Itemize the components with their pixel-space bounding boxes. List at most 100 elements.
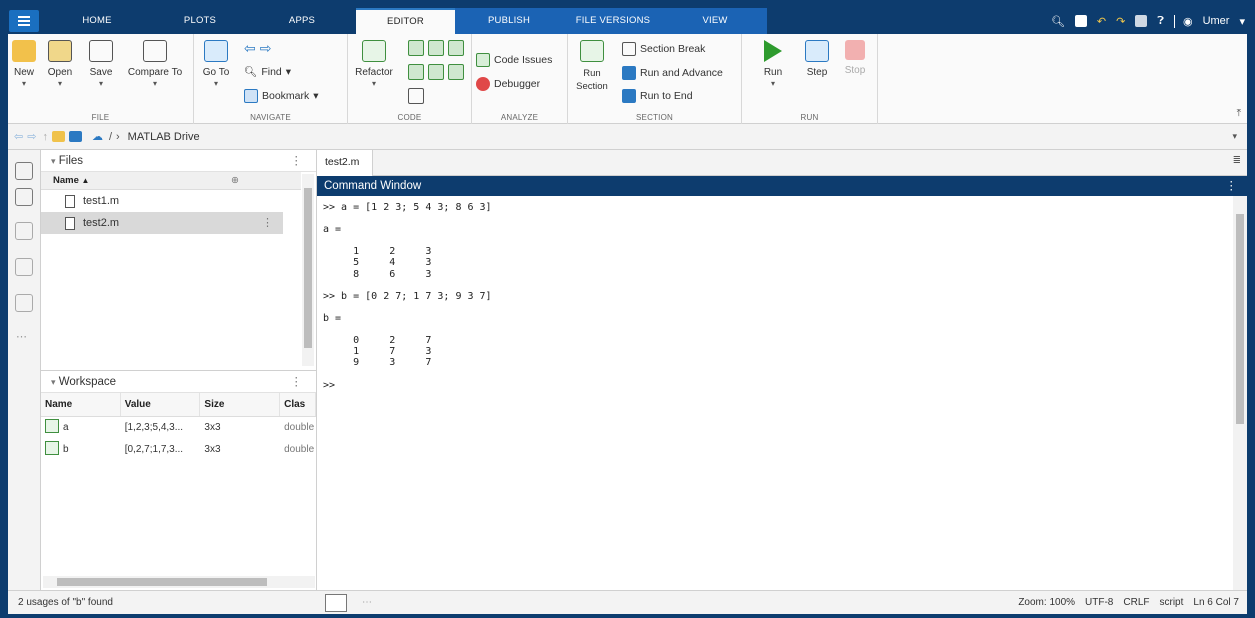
files-panel-icon[interactable] — [15, 162, 33, 180]
workspace-menu-icon[interactable]: ⋮ — [291, 371, 303, 393]
bookmark-button[interactable]: Bookmark ▾ — [244, 86, 319, 106]
col-class[interactable]: Clas — [280, 393, 316, 416]
col-name[interactable]: Name — [41, 393, 121, 416]
open-button[interactable]: Open ▾ — [44, 40, 76, 90]
line-ending[interactable]: CRLF — [1123, 591, 1149, 615]
refactor-button[interactable]: Refactor ▾ — [352, 40, 396, 90]
files-menu-icon[interactable]: ⋮ — [291, 150, 303, 172]
collapse-icon[interactable]: ▾ — [51, 156, 56, 166]
increase-indent-icon[interactable] — [428, 64, 444, 80]
current-folder[interactable]: MATLAB Drive — [128, 131, 200, 143]
redo-icon[interactable]: ↷ — [1116, 15, 1125, 28]
arrow-left-icon[interactable]: ⇦ — [244, 38, 256, 58]
workspace-columns: Name Value Size Clas — [41, 393, 316, 417]
back-icon[interactable]: ⇦ — [14, 130, 23, 143]
tab-options-icon[interactable]: ≣ — [1233, 155, 1241, 166]
workspace-title: Workspace — [58, 376, 117, 388]
collapse-toolstrip-icon[interactable]: ⤒ — [1237, 108, 1241, 119]
column-options-icon[interactable]: ⊕ — [231, 172, 239, 190]
compare-button[interactable]: Compare To ▾ — [120, 40, 190, 90]
file-item-selected[interactable]: test2.m ⋮ — [41, 212, 283, 234]
tab-file-versions[interactable]: FILE VERSIONS — [563, 8, 663, 34]
new-button[interactable]: New ▾ — [11, 40, 37, 90]
collapse-icon[interactable]: ▾ — [51, 377, 56, 387]
save-button[interactable]: Save ▾ — [86, 40, 116, 90]
arrow-right-icon[interactable]: ⇨ — [260, 38, 272, 58]
save-icon[interactable] — [1074, 15, 1087, 27]
run-section-button[interactable]: Run Section — [572, 40, 612, 93]
goto-button[interactable]: Go To ▾ — [200, 40, 232, 90]
tab-editor[interactable]: EDITOR — [356, 8, 455, 34]
run-button[interactable]: Run ▾ — [758, 40, 788, 90]
more-icon[interactable]: ⋯ — [16, 330, 27, 343]
status-bar: 2 usages of "b" found ⋯ Zoom: 100% UTF-8… — [8, 590, 1247, 614]
user-name[interactable]: Umer — [1203, 15, 1230, 27]
col-size[interactable]: Size — [200, 393, 281, 416]
workspace-header[interactable]: ▾ Workspace ⋮ — [41, 371, 316, 393]
wrap-icon[interactable] — [448, 40, 464, 56]
chevron-down-icon[interactable]: ▾ — [1239, 15, 1245, 28]
stop-icon — [845, 40, 865, 60]
workspace-scrollbar[interactable] — [43, 576, 315, 588]
zoom-level[interactable]: Zoom: 100% — [1018, 591, 1075, 615]
section-section: Run Section Section Break Run and Advanc… — [568, 34, 742, 124]
command-output[interactable]: >> a = [1 2 3; 5 4 3; 8 6 3] a = 1 2 3 5… — [323, 202, 492, 391]
undo-icon[interactable]: ↶ — [1097, 15, 1106, 28]
section-break-button[interactable]: Section Break — [622, 39, 705, 59]
workspace-panel-icon[interactable] — [15, 188, 33, 206]
editor-tab[interactable]: test2.m — [317, 150, 373, 176]
source-control-icon[interactable] — [15, 222, 33, 240]
user-icon[interactable]: ◉ — [1173, 14, 1193, 28]
file-menu-icon[interactable]: ⋮ — [262, 212, 273, 234]
layout-icon[interactable] — [1135, 15, 1148, 27]
workspace-row[interactable]: b [0,2,7;1,7,3... 3x3 double — [41, 439, 316, 461]
uncomment-icon[interactable] — [428, 40, 444, 56]
code-issues-button[interactable]: Code Issues — [476, 50, 552, 70]
command-window[interactable]: >> a = [1 2 3; 5 4 3; 8 6 3] a = 1 2 3 5… — [317, 196, 1247, 590]
files-header[interactable]: ▾ Files ⋮ — [41, 150, 316, 172]
files-name-column[interactable]: Name ▲ ⊕ — [41, 172, 301, 190]
col-value[interactable]: Value — [121, 393, 201, 416]
panel-toggle-icon[interactable] — [325, 594, 347, 612]
menu-icon[interactable] — [9, 10, 39, 32]
decrease-indent-icon[interactable] — [448, 64, 464, 80]
matrix-icon — [45, 441, 59, 456]
bookmark-icon — [244, 89, 258, 103]
forward-icon[interactable]: ⇨ — [27, 130, 36, 143]
encoding[interactable]: UTF-8 — [1085, 591, 1113, 615]
workspace-row[interactable]: a [1,2,3;5,4,3... 3x3 double — [41, 417, 316, 439]
file-item[interactable]: test1.m — [41, 190, 283, 212]
address-dropdown-icon[interactable]: ▾ — [1232, 131, 1237, 142]
play-icon — [764, 40, 782, 62]
folder-icon[interactable] — [51, 131, 65, 142]
indent-icon[interactable] — [408, 64, 424, 80]
tab-apps[interactable]: APPS — [262, 8, 342, 34]
run-advance-button[interactable]: Run and Advance — [622, 63, 723, 83]
step-button[interactable]: Step — [802, 40, 832, 78]
format-icon[interactable] — [408, 88, 424, 104]
refactor-icon — [362, 40, 386, 62]
command-window-scrollbar[interactable] — [1233, 196, 1247, 590]
history-icon[interactable] — [15, 258, 33, 276]
tab-publish[interactable]: PUBLISH — [455, 8, 563, 34]
run-to-end-button[interactable]: Run to End — [622, 86, 693, 106]
tab-home[interactable]: HOME — [60, 8, 134, 34]
tab-view[interactable]: VIEW — [663, 8, 767, 34]
status-more-icon[interactable]: ⋯ — [362, 591, 372, 615]
up-folder-icon[interactable]: ↑ — [42, 131, 48, 143]
code-section: Refactor ▾ CODE — [348, 34, 472, 124]
find-button[interactable]: 🔍︎ Find ▾ — [244, 62, 291, 82]
files-scrollbar[interactable] — [302, 174, 314, 366]
tab-plots[interactable]: PLOTS — [160, 8, 240, 34]
back-forward-buttons[interactable]: ⇦ ⇨ — [244, 38, 271, 58]
cursor-position[interactable]: Ln 6 Col 7 — [1193, 591, 1239, 615]
comment-icon[interactable] — [408, 40, 424, 56]
stop-button[interactable]: Stop — [840, 40, 870, 76]
browse-icon[interactable] — [68, 131, 82, 142]
command-window-menu-icon[interactable]: ⋮ — [1226, 176, 1238, 196]
debugger-button[interactable]: Debugger — [476, 74, 540, 94]
addons-icon[interactable] — [15, 294, 33, 312]
search-icon[interactable]: 🔍︎ — [1051, 15, 1065, 28]
file-type[interactable]: script — [1160, 591, 1184, 615]
help-icon[interactable]: ❓︎ — [1157, 15, 1164, 28]
